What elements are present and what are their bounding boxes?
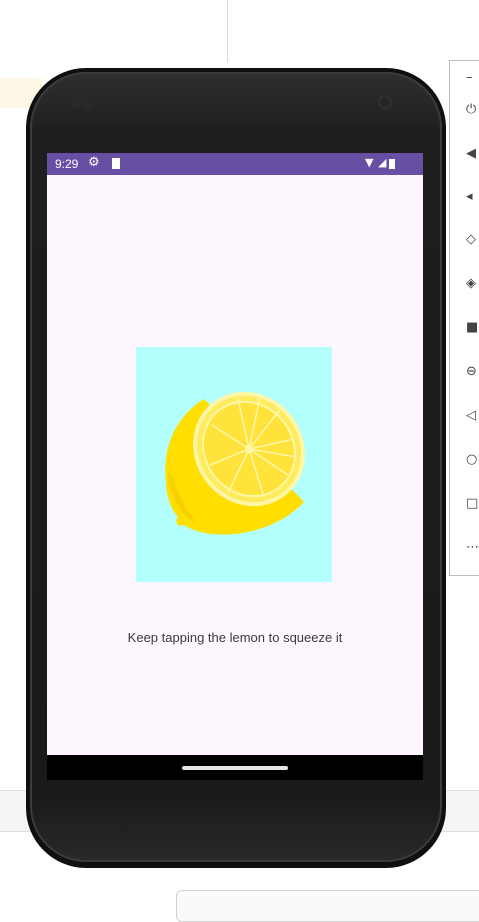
sd-card-icon	[112, 158, 120, 169]
rotate-right-icon[interactable]: ◈	[466, 275, 479, 293]
panel-divider	[227, 0, 228, 62]
device-screen: 9:29 ⚙ ▼ ◢ Keep tapping the lemon to squ…	[47, 153, 423, 780]
lemon-image-button[interactable]	[136, 347, 332, 582]
volume-up-icon[interactable]: ◀	[466, 145, 479, 163]
speaker-grille	[72, 96, 94, 109]
signal-icon: ◢	[378, 156, 387, 169]
toolbar-minimize[interactable]: –	[466, 69, 479, 87]
home-indicator[interactable]	[182, 766, 288, 770]
navigation-bar	[47, 755, 423, 780]
overview-icon[interactable]: □	[466, 495, 479, 513]
emulator-toolbar: – ⏻ ◀ ◂ ◇ ◈ ■ ⊖ ◁ ○ □ ⋯	[449, 60, 479, 576]
camera-icon[interactable]: ■	[466, 319, 479, 337]
gear-icon: ⚙	[88, 155, 100, 170]
zoom-icon[interactable]: ⊖	[466, 363, 479, 381]
more-icon[interactable]: ⋯	[466, 539, 479, 557]
status-bar: 9:29 ⚙ ▼ ◢	[47, 153, 423, 175]
ide-bottom-input[interactable]	[176, 890, 479, 922]
wifi-icon: ▼	[365, 156, 374, 169]
battery-icon	[389, 159, 395, 169]
instruction-text: Keep tapping the lemon to squeeze it	[127, 630, 343, 645]
app-content: Keep tapping the lemon to squeeze it	[47, 175, 423, 755]
back-icon[interactable]: ◁	[466, 407, 479, 425]
volume-down-icon[interactable]: ◂	[466, 188, 479, 206]
front-camera	[378, 95, 392, 109]
lemon-slice-icon	[165, 391, 305, 535]
home-icon[interactable]: ○	[466, 451, 479, 469]
power-icon[interactable]: ⏻	[466, 101, 479, 119]
status-time: 9:29	[55, 157, 79, 171]
rotate-left-icon[interactable]: ◇	[466, 231, 479, 249]
